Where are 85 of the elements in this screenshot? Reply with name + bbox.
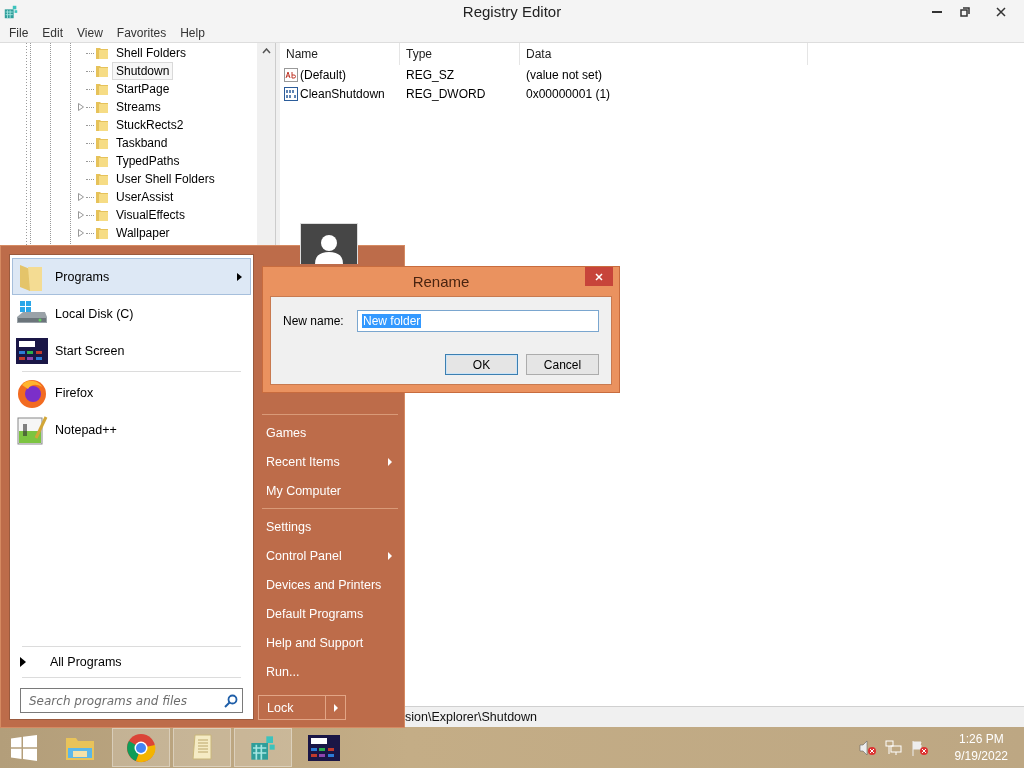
tree-item[interactable]: Shutdown xyxy=(112,62,174,80)
tree-item[interactable]: UserAssist xyxy=(112,188,178,206)
muted-speaker-icon[interactable] xyxy=(858,739,877,756)
network-icon[interactable] xyxy=(884,739,903,756)
column-header[interactable]: Name xyxy=(280,43,400,65)
user-silhouette-icon xyxy=(312,232,346,264)
tree-item[interactable]: TypedPaths xyxy=(112,152,184,170)
table-cell: 0x00000001 (1) xyxy=(526,86,611,101)
menu-item[interactable]: View xyxy=(70,26,110,40)
expand-icon[interactable] xyxy=(78,229,84,237)
folder-icon xyxy=(94,99,110,115)
start-menu-link[interactable]: Settings xyxy=(258,512,400,541)
tree-item[interactable]: StartPage xyxy=(112,80,174,98)
all-programs-item[interactable]: All Programs xyxy=(12,649,251,675)
dialog-title: Rename xyxy=(412,273,470,290)
table-cell: REG_SZ xyxy=(406,67,454,82)
folder-icon xyxy=(94,63,110,79)
lock-button[interactable]: Lock xyxy=(258,695,325,720)
tree-item[interactable]: Shell Folders xyxy=(112,44,191,62)
start-menu-item[interactable]: Notepad++ xyxy=(12,411,251,448)
power-options-button[interactable] xyxy=(325,695,346,720)
menu-item[interactable]: Help xyxy=(173,26,212,40)
tree-item[interactable]: Streams xyxy=(112,98,165,116)
field-label: New name: xyxy=(283,314,345,328)
start-menu-link[interactable]: Recent Items xyxy=(258,447,400,476)
folder-icon xyxy=(94,153,110,169)
folder-icon xyxy=(94,225,110,241)
expand-icon[interactable] xyxy=(78,103,84,111)
menu-item[interactable]: Edit xyxy=(35,26,71,40)
tree-item[interactable]: Taskband xyxy=(112,134,172,152)
chrome-icon xyxy=(126,732,156,763)
folder-icon xyxy=(94,207,110,223)
tree-item[interactable]: Wallpaper xyxy=(112,224,174,242)
status-path: sion\Explorer\Shutdown xyxy=(405,710,538,724)
tree-item[interactable]: StuckRects2 xyxy=(112,116,188,134)
scroll-up-icon[interactable] xyxy=(261,48,271,54)
folder-icon xyxy=(94,81,110,97)
start-screen-icon xyxy=(308,734,340,761)
folder-icon xyxy=(94,135,110,151)
start-menu-item[interactable]: Start Screen xyxy=(12,332,251,369)
column-header[interactable]: Data xyxy=(520,43,808,65)
minimize-icon xyxy=(932,11,942,13)
restore-icon xyxy=(960,7,970,17)
value-name[interactable]: CleanShutdown xyxy=(300,86,385,101)
table-cell: (value not set) xyxy=(526,67,603,82)
expand-icon xyxy=(20,657,26,667)
expand-icon[interactable] xyxy=(78,211,84,219)
table-cell: REG_DWORD xyxy=(406,86,486,101)
tree-item[interactable]: User Shell Folders xyxy=(112,170,219,188)
close-button[interactable] xyxy=(585,267,613,286)
start-menu-link[interactable]: Devices and Printers xyxy=(258,570,400,599)
search-icon xyxy=(224,693,238,708)
start-menu-item[interactable]: Programs xyxy=(12,258,251,295)
value-name[interactable]: (Default) xyxy=(300,67,346,82)
start-menu-item[interactable]: Local Disk (C) xyxy=(12,295,251,332)
start-menu-link[interactable]: Games xyxy=(258,418,400,447)
tree-item[interactable]: VisualEffects xyxy=(112,206,189,224)
start-menu-link[interactable]: Control Panel xyxy=(258,541,400,570)
app-icon xyxy=(3,4,19,20)
flag-icon[interactable] xyxy=(910,739,929,756)
binary-value-icon xyxy=(284,86,298,101)
close-icon xyxy=(595,272,603,281)
start-menu-link[interactable]: My Computer xyxy=(258,476,400,505)
menu-item[interactable]: File xyxy=(2,26,36,40)
start-menu-item[interactable]: Firefox xyxy=(12,374,251,411)
caret-icon xyxy=(333,703,338,712)
start-menu-link[interactable]: Run... xyxy=(258,657,400,686)
folder-icon xyxy=(94,171,110,187)
string-value-icon xyxy=(284,67,298,82)
start-menu-link[interactable]: Default Programs xyxy=(258,599,400,628)
ok-button[interactable]: OK xyxy=(445,354,518,375)
menu-item[interactable]: Favorites xyxy=(109,26,174,40)
folder-icon xyxy=(94,45,110,61)
folder-icon xyxy=(94,189,110,205)
start-menu-link[interactable]: Help and Support xyxy=(258,628,400,657)
expand-icon[interactable] xyxy=(78,193,84,201)
start-screen-icon xyxy=(16,337,48,364)
scroll-icon xyxy=(189,732,215,763)
window-title: Registry Editor xyxy=(462,3,562,20)
column-header[interactable]: Type xyxy=(400,43,520,65)
close-icon xyxy=(996,7,1006,17)
search-field[interactable]: Search programs and files xyxy=(20,688,243,713)
cancel-button[interactable]: Cancel xyxy=(526,354,599,375)
windows-logo-icon xyxy=(11,734,37,761)
folder-icon xyxy=(94,117,110,133)
